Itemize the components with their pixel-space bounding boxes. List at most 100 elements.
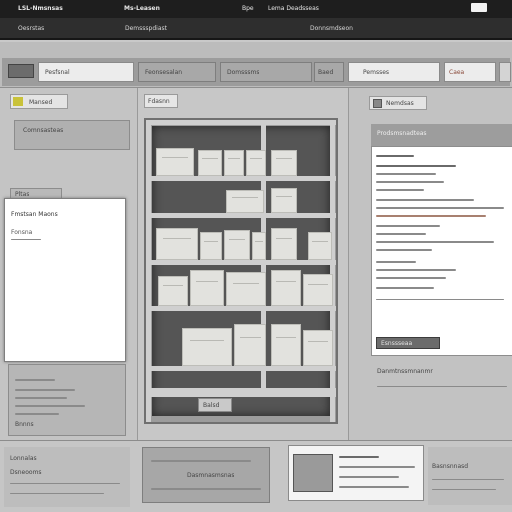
- left-card[interactable]: Fmstsan Maons Fonsna: [4, 198, 126, 362]
- title-bar: LSL-Nmsnsas Ms-Leasen Bpe Lema Deadsseas: [0, 0, 512, 18]
- bottom-left-line: [10, 493, 104, 494]
- storage-box: [303, 330, 333, 366]
- doc-line: [376, 225, 440, 227]
- menu-item-1[interactable]: Oesrstas: [18, 25, 44, 32]
- storage-box: [198, 150, 222, 176]
- shelf-frame: Balsd: [144, 118, 338, 424]
- doc-line: [376, 261, 416, 263]
- bottom-right-line: [432, 489, 496, 490]
- doc-line: [376, 241, 494, 243]
- toolbar-tab-4-label: Baed: [318, 69, 334, 76]
- toolbar-tab-5[interactable]: Pemsses: [348, 62, 440, 82]
- right-doc-action-label: Esnssseaa: [381, 340, 413, 347]
- right-panel-tab[interactable]: Nemdsas: [369, 96, 427, 110]
- storage-box: [246, 150, 266, 176]
- right-panel: Nemdsas Prodsmsnadteas Esnssseaa Danmtns…: [348, 88, 512, 440]
- doc-line: [376, 277, 446, 279]
- left-list-line: [15, 379, 55, 381]
- toolbar-overflow-icon[interactable]: [499, 62, 511, 82]
- toolbar-tab-6[interactable]: Caea: [444, 62, 496, 82]
- right-doc-header-label: Prodsmsnadteas: [377, 130, 427, 137]
- bottom-mid-label: Dasmnasmsnas: [187, 472, 235, 479]
- doc-line: [376, 189, 424, 191]
- storage-box: [226, 190, 264, 213]
- left-panel-footer: Bnnns: [15, 421, 34, 428]
- window-control-button[interactable]: [471, 3, 487, 12]
- bottom-mid-card[interactable]: Dasmnasmsnas: [142, 447, 270, 503]
- menu-bar: Oesrstas Demssspdiast Donnsmdseon: [0, 18, 512, 40]
- doc-line: [376, 173, 436, 175]
- center-panel: Fdasnn Balsd: [138, 88, 348, 440]
- right-doc-header: Prodsmsnadteas: [371, 124, 512, 146]
- storage-box: [224, 150, 244, 176]
- storage-box: [158, 276, 188, 306]
- storage-box: [226, 272, 266, 306]
- toolbar-tab-2-label: Feonsesalan: [145, 69, 183, 76]
- thumbnail-line: [339, 466, 415, 468]
- right-doc-action[interactable]: Esnssseaa: [376, 337, 440, 349]
- menu-item-3[interactable]: Donnsmdseon: [310, 25, 353, 32]
- left-panel-tab-label: Mansed: [29, 99, 53, 106]
- toolbar-tab-1[interactable]: Pesfsnal: [38, 62, 134, 82]
- bottom-panel: Lonnalas Dsneooms Dasmnasmsnas Basnsnnas…: [0, 440, 512, 512]
- toolbar-tab-3-label: Domsssms: [227, 69, 260, 76]
- doc-line: [376, 207, 504, 209]
- storage-box: [271, 228, 297, 260]
- left-list-line: [15, 405, 85, 407]
- bottom-right-line: [432, 479, 504, 480]
- bottom-left-card: Lonnalas Dsneooms: [4, 447, 130, 507]
- storage-box: [200, 232, 222, 260]
- toolbar-tab-4[interactable]: Baed: [314, 62, 344, 82]
- right-panel-tab-label: Nemdsas: [386, 100, 414, 107]
- shelf-status-text: Balsd: [203, 402, 220, 409]
- toolbar-tab-6-label: Caea: [449, 69, 465, 76]
- right-document[interactable]: Esnssseaa: [371, 146, 512, 356]
- doc-line: [376, 199, 474, 201]
- doc-line: [376, 287, 434, 289]
- doc-line: [376, 215, 486, 217]
- title-text-4: Lema Deadsseas: [268, 5, 319, 12]
- storage-box: [271, 188, 297, 213]
- storage-box: [234, 324, 266, 366]
- storage-box: [190, 270, 224, 306]
- left-list-line: [15, 413, 59, 415]
- doc-line: [376, 233, 426, 235]
- bottom-thumbnail-card[interactable]: [288, 445, 424, 501]
- toolbar: Pesfsnal Feonsesalan Domsssms Baed Pemss…: [0, 42, 512, 88]
- thumbnail-line: [339, 456, 379, 458]
- left-panel-header: Comnsasteas: [14, 120, 130, 150]
- thumbnail-line: [339, 486, 409, 488]
- storage-box: [182, 328, 232, 366]
- folder-icon: [13, 97, 23, 106]
- document-icon: [373, 99, 382, 108]
- bottom-mid-line: [151, 460, 251, 462]
- shelf-status-label: Balsd: [198, 398, 232, 412]
- left-card-divider: [11, 239, 41, 240]
- toolbar-home-icon[interactable]: [8, 64, 34, 78]
- doc-line: [376, 249, 432, 251]
- bottom-right-card: Basnsnnasd: [428, 447, 512, 505]
- title-text-2: Ms-Leasen: [124, 5, 160, 12]
- right-panel-rule: [377, 386, 507, 387]
- doc-line: [376, 299, 504, 300]
- right-panel-footer: Danmtnssmnanmr: [377, 368, 433, 375]
- left-card-title: Fmstsan Maons: [11, 211, 58, 218]
- bottom-left-sub: Dsneooms: [10, 469, 42, 476]
- storage-box: [224, 230, 250, 260]
- toolbar-tab-3[interactable]: Domsssms: [220, 62, 312, 82]
- menu-item-2[interactable]: Demssspdiast: [125, 25, 167, 32]
- left-card-subtitle: Fonsna: [11, 229, 33, 236]
- storage-box: [271, 324, 301, 366]
- center-panel-tab[interactable]: Fdasnn: [144, 94, 178, 108]
- center-panel-tab-label: Fdasnn: [148, 98, 170, 105]
- toolbar-tab-5-label: Pemsses: [363, 69, 390, 76]
- bottom-left-line: [10, 483, 120, 484]
- thumbnail-line: [339, 476, 399, 478]
- thumbnail-image: [293, 454, 333, 492]
- doc-line: [376, 269, 456, 271]
- toolbar-tab-1-label: Pesfsnal: [45, 69, 70, 76]
- toolbar-tab-2[interactable]: Feonsesalan: [138, 62, 216, 82]
- left-card-tab-label: Pltas: [15, 191, 30, 198]
- left-panel-list: Bnnns: [8, 364, 126, 436]
- left-panel-tab[interactable]: Mansed: [10, 94, 68, 109]
